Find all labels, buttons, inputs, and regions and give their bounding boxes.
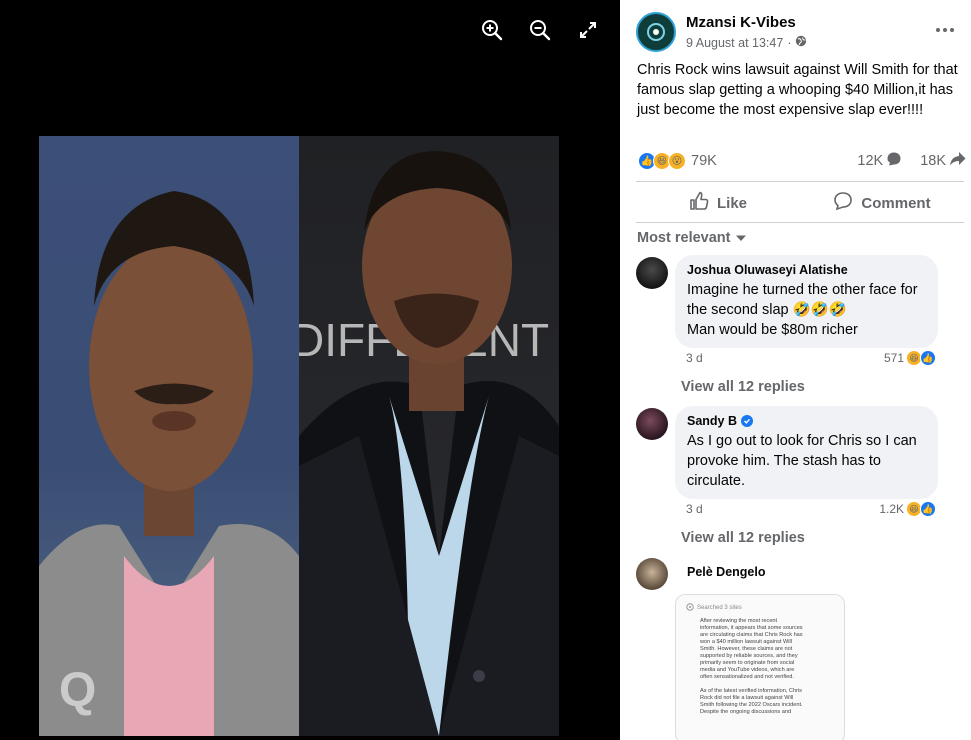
- comment-label: Comment: [861, 194, 931, 212]
- comment-age[interactable]: 3 d: [686, 502, 703, 516]
- shares-count: 18K: [920, 153, 946, 169]
- comment-bubble: Joshua Oluwaseyi Alatishe Imagine he tur…: [675, 255, 938, 348]
- comment-author[interactable]: Sandy B: [687, 414, 737, 428]
- photo-logo: Q: [59, 664, 96, 717]
- comment-author[interactable]: Pelè Dengelo: [687, 565, 766, 579]
- comment-item: Sandy B As I go out to look for Chris so…: [636, 406, 938, 499]
- fullscreen-icon[interactable]: [576, 18, 600, 42]
- comment-author-row: Sandy B: [687, 414, 926, 428]
- reactions-count[interactable]: 79K: [691, 153, 717, 169]
- photo-viewer: Q DIFFERENT: [0, 0, 620, 740]
- more-options-icon[interactable]: [933, 22, 957, 38]
- comment-age[interactable]: 3 d: [686, 351, 703, 365]
- avatar[interactable]: [636, 257, 668, 289]
- globe-icon: [795, 35, 807, 50]
- shares-stat[interactable]: 18K: [920, 151, 966, 171]
- comment-text: Imagine he turned the other face for the…: [687, 280, 926, 340]
- comment-line: the second slap 🤣🤣🤣: [687, 302, 847, 318]
- comment-item: Pelè Dengelo: [636, 558, 778, 590]
- comments-count: 12K: [857, 153, 884, 169]
- comment-reactions[interactable]: 571 😆 👍: [884, 350, 936, 366]
- viewer-toolbar: [480, 18, 600, 42]
- post-timestamp[interactable]: 9 August at 13:47: [686, 36, 783, 50]
- comment-footer: 3 d 1.2K 😆 👍: [686, 501, 936, 517]
- comment-button[interactable]: Comment: [800, 186, 964, 220]
- view-replies-link[interactable]: View all 12 replies: [681, 379, 805, 395]
- image-header: Searched 3 sites: [686, 603, 834, 613]
- meta-separator: ·: [787, 35, 792, 50]
- page-avatar[interactable]: [636, 12, 676, 52]
- comment-reactions[interactable]: 1.2K 😆 👍: [879, 501, 936, 517]
- photo-left-person: Q: [39, 136, 299, 736]
- post-meta: 9 August at 13:47 ·: [686, 35, 807, 50]
- comment-item: Joshua Oluwaseyi Alatishe Imagine he tur…: [636, 255, 938, 348]
- comment-reaction-count: 1.2K: [879, 502, 904, 516]
- actions-divider: [636, 222, 964, 223]
- post-actions: Like Comment: [636, 186, 964, 220]
- like-reaction-icon: 👍: [920, 501, 936, 517]
- comment-image[interactable]: Searched 3 sites After reviewing the mos…: [675, 594, 845, 740]
- wow-reaction-icon: 😮: [668, 152, 686, 170]
- verified-badge-icon: [741, 415, 754, 427]
- caret-down-icon: [736, 230, 747, 246]
- sites-icon: [686, 603, 694, 613]
- comment-author[interactable]: Joshua Oluwaseyi Alatishe: [687, 263, 926, 277]
- comment-reaction-count: 571: [883, 351, 904, 365]
- comment-line: Man would be $80m richer: [687, 322, 858, 338]
- comment-footer: 3 d 571 😆 👍: [686, 350, 936, 366]
- like-reaction-icon: 👍: [920, 350, 936, 366]
- sort-comments-dropdown[interactable]: Most relevant: [637, 230, 747, 246]
- share-arrow-icon: [949, 151, 966, 171]
- sort-label: Most relevant: [637, 230, 731, 246]
- avatar[interactable]: [636, 558, 668, 590]
- post-photo[interactable]: Q DIFFERENT: [39, 136, 559, 736]
- comment-outline-icon: [833, 191, 853, 215]
- view-replies-link[interactable]: View all 12 replies: [681, 530, 805, 546]
- thumbs-up-icon: [689, 191, 709, 215]
- post-header: Mzansi K-Vibes 9 August at 13:47 ·: [636, 12, 807, 52]
- comment-bubble: Sandy B As I go out to look for Chris so…: [675, 406, 938, 499]
- like-button[interactable]: Like: [636, 186, 800, 220]
- post-panel: Mzansi K-Vibes 9 August at 13:47 · Chris…: [620, 0, 971, 740]
- photo-right-person: DIFFERENT: [291, 136, 559, 736]
- post-stats: 👍 😆 😮 79K 12K 18K: [638, 150, 966, 172]
- comment-header: Pelè Dengelo: [675, 558, 778, 590]
- like-label: Like: [716, 194, 747, 212]
- image-body-text: After reviewing the most recent informat…: [700, 618, 803, 715]
- page-name[interactable]: Mzansi K-Vibes: [686, 14, 807, 31]
- comment-line: Imagine he turned the other face for: [687, 282, 918, 298]
- comment-text: As I go out to look for Chris so I can p…: [687, 433, 917, 489]
- post-text: Chris Rock wins lawsuit against Will Smi…: [637, 62, 958, 118]
- comments-stat[interactable]: 12K: [857, 151, 902, 171]
- image-header-text: Searched 3 sites: [697, 605, 742, 611]
- comment-bubble-icon: [886, 151, 902, 171]
- zoom-out-icon[interactable]: [528, 18, 552, 42]
- reaction-icons[interactable]: 👍 😆 😮: [638, 152, 686, 170]
- avatar[interactable]: [636, 408, 668, 440]
- stats-divider: [636, 181, 964, 182]
- zoom-in-icon[interactable]: [480, 18, 504, 42]
